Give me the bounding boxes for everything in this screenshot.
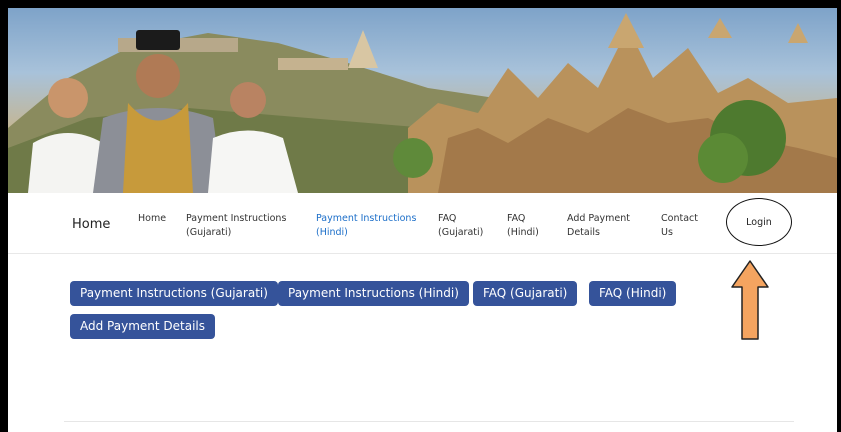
nav-payment-instructions-hindi[interactable]: Payment Instructions (Hindi) (316, 212, 416, 240)
nav-contact-us[interactable]: Contact Us (661, 212, 698, 240)
nav-payment-instructions-gujarati[interactable]: Payment Instructions (Gujarati) (186, 212, 286, 240)
up-arrow-icon (731, 260, 769, 340)
nav-faq-gujarati[interactable]: FAQ (Gujarati) (438, 212, 483, 240)
button-payment-instructions-hindi[interactable]: Payment Instructions (Hindi) (278, 281, 469, 306)
header-banner (8, 8, 837, 193)
button-faq-hindi[interactable]: FAQ (Hindi) (589, 281, 677, 306)
button-payment-instructions-gujarati[interactable]: Payment Instructions (Gujarati) (70, 281, 278, 306)
nav-home[interactable]: Home (138, 212, 166, 226)
button-faq-gujarati[interactable]: FAQ (Gujarati) (473, 281, 578, 306)
banner-illustration (8, 13, 837, 193)
navbar-brand[interactable]: Home (72, 217, 110, 232)
nav-add-payment-details[interactable]: Add Payment Details (567, 212, 630, 240)
navbar: Home Home Payment Instructions (Gujarati… (8, 194, 837, 254)
login-highlight-circle: Login (726, 198, 792, 246)
login-link[interactable]: Login (746, 217, 772, 228)
nav-faq-hindi[interactable]: FAQ (Hindi) (507, 212, 539, 240)
button-add-payment-details[interactable]: Add Payment Details (70, 314, 215, 339)
page: Home Home Payment Instructions (Gujarati… (8, 8, 837, 432)
screenshot-border-right (837, 0, 841, 432)
footer-divider (64, 421, 794, 422)
